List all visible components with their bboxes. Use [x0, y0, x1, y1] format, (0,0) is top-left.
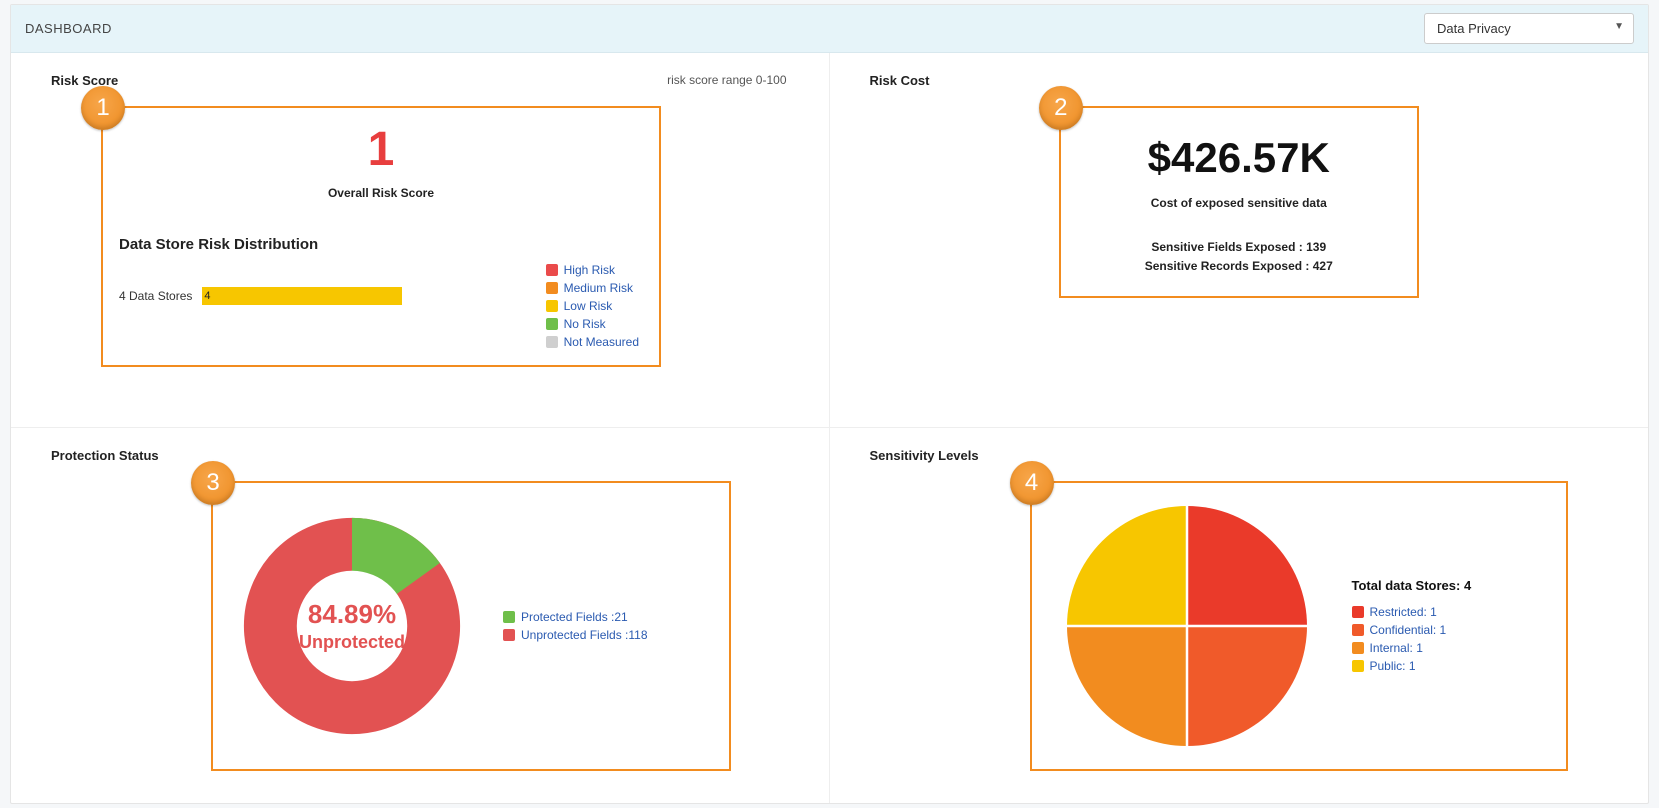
legend-public[interactable]: Public: 1: [1352, 657, 1472, 675]
panel-title-sensitivity: Sensitivity Levels: [870, 448, 1609, 463]
card-risk-score: 1 1 Overall Risk Score Data Store Risk D…: [101, 106, 661, 367]
swatch-icon: [1352, 606, 1364, 618]
dashboard-grid: Risk Score risk score range 0-100 1 1 Ov…: [11, 53, 1648, 803]
bar-value: 4: [204, 290, 210, 302]
slice-confidential: [1187, 626, 1307, 746]
unprotected-word: Unprotected: [299, 632, 405, 653]
protection-legend: Protected Fields :21 Unprotected Fields …: [503, 608, 648, 644]
panel-protection-status: Protection Status 3 84.89% Unprotected: [11, 428, 830, 803]
swatch-icon: [1352, 642, 1364, 654]
legend-high-risk[interactable]: High Risk: [546, 261, 639, 279]
panel-title-protection: Protection Status: [51, 448, 789, 463]
risk-cost-value: $426.57K: [1077, 134, 1401, 182]
risk-score-range: risk score range 0-100: [667, 73, 786, 87]
callout-badge-4: 4: [1010, 461, 1054, 505]
swatch-icon: [546, 336, 558, 348]
panel-title-risk-cost: Risk Cost: [870, 73, 1609, 88]
overall-risk-score-label: Overall Risk Score: [119, 186, 643, 200]
legend-unprotected[interactable]: Unprotected Fields :118: [503, 626, 648, 644]
page-title: DASHBOARD: [25, 21, 112, 36]
distribution-title: Data Store Risk Distribution: [119, 236, 643, 253]
header-bar: DASHBOARD Data Privacy: [11, 5, 1648, 53]
card-sensitivity: 4 Total data Stores: 4 Restricted: 1 Con…: [1030, 481, 1569, 771]
swatch-icon: [1352, 660, 1364, 672]
dashboard-page: DASHBOARD Data Privacy Risk Score risk s…: [10, 4, 1649, 804]
legend-confidential[interactable]: Confidential: 1: [1352, 621, 1472, 639]
swatch-icon: [546, 264, 558, 276]
distribution-bar-area: 4 Data Stores 4: [119, 287, 211, 305]
legend-no-risk[interactable]: No Risk: [546, 315, 639, 333]
legend-low-risk[interactable]: Low Risk: [546, 297, 639, 315]
callout-badge-2: 2: [1039, 86, 1083, 130]
donut-center-label: 84.89% Unprotected: [299, 599, 405, 653]
risk-cost-label: Cost of exposed sensitive data: [1077, 196, 1401, 210]
legend-medium-risk[interactable]: Medium Risk: [546, 279, 639, 297]
bar-low-risk: [202, 287, 402, 305]
legend-protected[interactable]: Protected Fields :21: [503, 608, 648, 626]
risk-legend: High Risk Medium Risk Low Risk No Risk N…: [546, 261, 643, 351]
slice-internal: [1067, 626, 1187, 746]
sensitive-fields-exposed: Sensitive Fields Exposed : 139: [1077, 238, 1401, 257]
panel-risk-cost: Risk Cost 2 $426.57K Cost of exposed sen…: [830, 53, 1649, 428]
sensitive-records-exposed: Sensitive Records Exposed : 427: [1077, 257, 1401, 276]
legend-restricted[interactable]: Restricted: 1: [1352, 603, 1472, 621]
overall-risk-score-value: 1: [119, 126, 643, 174]
sensitivity-legend: Total data Stores: 4 Restricted: 1 Confi…: [1352, 578, 1472, 675]
callout-badge-3: 3: [191, 461, 235, 505]
swatch-icon: [503, 611, 515, 623]
slice-public: [1067, 506, 1187, 626]
swatch-icon: [503, 629, 515, 641]
panel-risk-score: Risk Score risk score range 0-100 1 1 Ov…: [11, 53, 830, 428]
slice-restricted: [1187, 506, 1307, 626]
sensitivity-pie-chart[interactable]: [1062, 501, 1312, 751]
card-risk-cost: 2 $426.57K Cost of exposed sensitive dat…: [1059, 106, 1419, 298]
view-select-wrap: Data Privacy: [1424, 13, 1634, 44]
swatch-icon: [546, 300, 558, 312]
protection-donut-chart[interactable]: 84.89% Unprotected: [237, 511, 467, 741]
distribution-row: 4 Data Stores 4 High Risk Medium Risk Lo…: [119, 261, 643, 351]
data-store-count-label: 4 Data Stores: [119, 289, 192, 303]
unprotected-percent: 84.89%: [299, 599, 405, 630]
panel-sensitivity: Sensitivity Levels 4 Total data Stores: …: [830, 428, 1649, 803]
swatch-icon: [1352, 624, 1364, 636]
risk-cost-details: Sensitive Fields Exposed : 139 Sensitive…: [1077, 238, 1401, 276]
swatch-icon: [546, 318, 558, 330]
total-data-stores: Total data Stores: 4: [1352, 578, 1472, 593]
swatch-icon: [546, 282, 558, 294]
legend-not-measured[interactable]: Not Measured: [546, 333, 639, 351]
view-select[interactable]: Data Privacy: [1424, 13, 1634, 44]
callout-badge-1: 1: [81, 86, 125, 130]
distribution-bar[interactable]: 4: [202, 287, 210, 305]
legend-internal[interactable]: Internal: 1: [1352, 639, 1472, 657]
card-protection: 3 84.89% Unprotected Protected Fields :2…: [211, 481, 731, 771]
